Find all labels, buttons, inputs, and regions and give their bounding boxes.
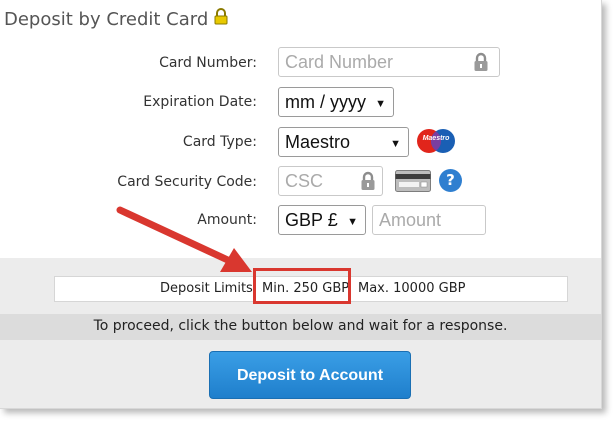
- arrow-annotation-icon: [116, 206, 252, 272]
